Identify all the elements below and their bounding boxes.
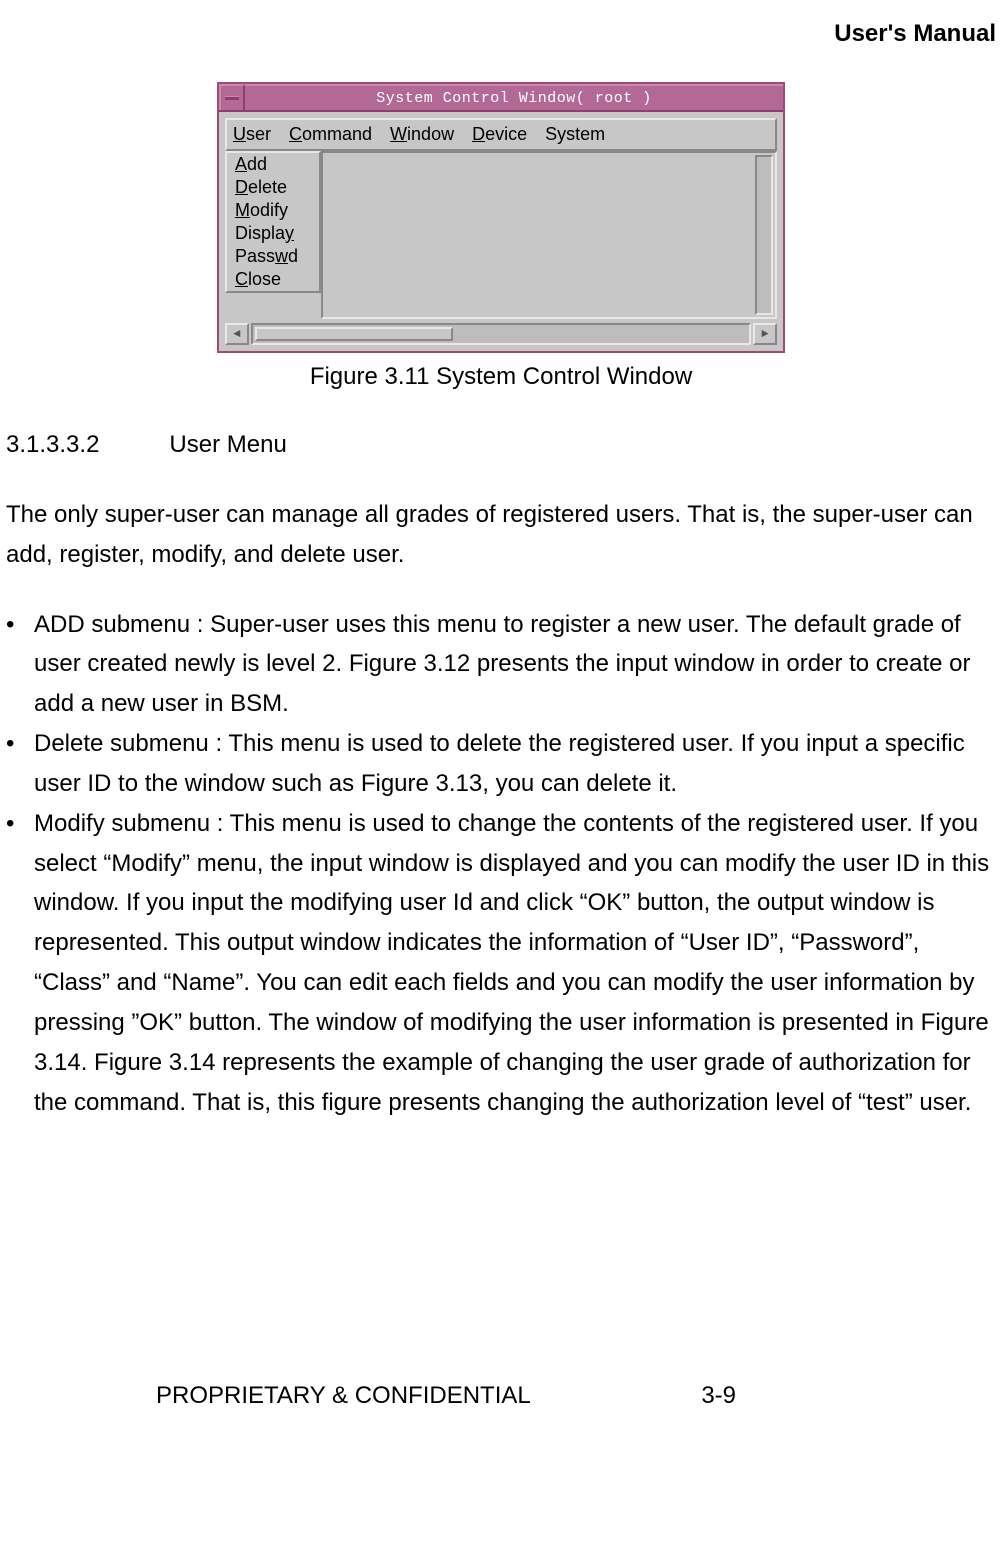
window-body: User Command Window Device System Add De… [219,112,783,351]
menu-window-ul: W [390,124,407,144]
system-control-window: System Control Window( root ) User Comma… [217,82,785,353]
menu-device-rest: evice [485,124,527,144]
mi-mod-rest: odify [250,200,288,220]
figure-caption: Figure 3.11 System Control Window [0,363,1002,391]
menu-system[interactable]: System [545,124,605,145]
menu-item-modify[interactable]: Modify [227,199,319,222]
mi-pw-ul: w [275,246,288,266]
menu-item-passwd[interactable]: Passwd [227,245,319,268]
mi-disp-ul: y [285,223,294,243]
bullet-list: ADD submenu : Super-user uses this menu … [6,605,990,1123]
menu-window[interactable]: Window [390,124,454,145]
mi-del-rest: elete [248,177,287,197]
mi-pw-rest: d [288,246,298,266]
vertical-scrollbar[interactable] [755,155,773,315]
page: User's Manual System Control Window( roo… [0,0,1002,1412]
horizontal-scrollbar[interactable]: ◄ ► [225,323,777,345]
menu-command[interactable]: Command [289,124,372,145]
section-number: 3.1.3.3.2 [6,431,99,459]
client-area [321,151,777,319]
page-footer: PROPRIETARY & CONFIDENTIAL 3-9 [0,1382,1002,1412]
system-menu-icon[interactable] [219,84,245,110]
bullet-delete: Delete submenu : This menu is used to de… [6,724,990,804]
menu-device-ul: D [472,124,485,144]
menu-item-display[interactable]: Display [227,222,319,245]
mi-mod-ul: M [235,200,250,220]
mi-close-ul: C [235,269,248,289]
bullet-add: ADD submenu : Super-user uses this menu … [6,605,990,724]
horizontal-scroll-track[interactable] [251,323,751,345]
menu-user-ul: U [233,124,246,144]
horizontal-scroll-thumb[interactable] [255,327,453,341]
menu-bar: User Command Window Device System [225,118,777,151]
mi-disp-pre: Displa [235,223,285,243]
scroll-right-arrow-icon[interactable]: ► [753,323,777,345]
mi-del-ul: D [235,177,248,197]
menu-item-add[interactable]: Add [227,153,319,176]
menu-item-close[interactable]: Close [227,268,319,291]
menu-command-ul: C [289,124,302,144]
menu-user-rest: ser [246,124,271,144]
section-heading: 3.1.3.3.2 User Menu [6,431,1002,459]
menu-command-rest: ommand [302,124,372,144]
mi-add-rest: dd [247,154,267,174]
menu-item-delete[interactable]: Delete [227,176,319,199]
menu-system-rest: System [545,124,605,144]
menu-device[interactable]: Device [472,124,527,145]
scroll-left-arrow-icon[interactable]: ◄ [225,323,249,345]
section-title: User Menu [169,431,286,459]
bullet-modify: Modify submenu : This menu is used to ch… [6,804,990,1123]
intro-paragraph: The only super-user can manage all grade… [6,495,996,575]
menu-user[interactable]: User [233,124,271,145]
footer-page-number: 3-9 [531,1382,996,1412]
window-title-bar[interactable]: System Control Window( root ) [219,84,783,112]
window-title-text: System Control Window( root ) [245,84,783,110]
page-header-title: User's Manual [0,20,1002,48]
user-dropdown-menu: Add Delete Modify Display Passwd Close [225,151,321,293]
mi-pw-pre: Pass [235,246,275,266]
menu-window-rest: indow [407,124,454,144]
figure-wrapper: System Control Window( root ) User Comma… [0,82,1002,353]
mi-add-ul: A [235,154,247,174]
mi-close-rest: lose [248,269,281,289]
footer-confidential: PROPRIETARY & CONFIDENTIAL [6,1382,531,1412]
